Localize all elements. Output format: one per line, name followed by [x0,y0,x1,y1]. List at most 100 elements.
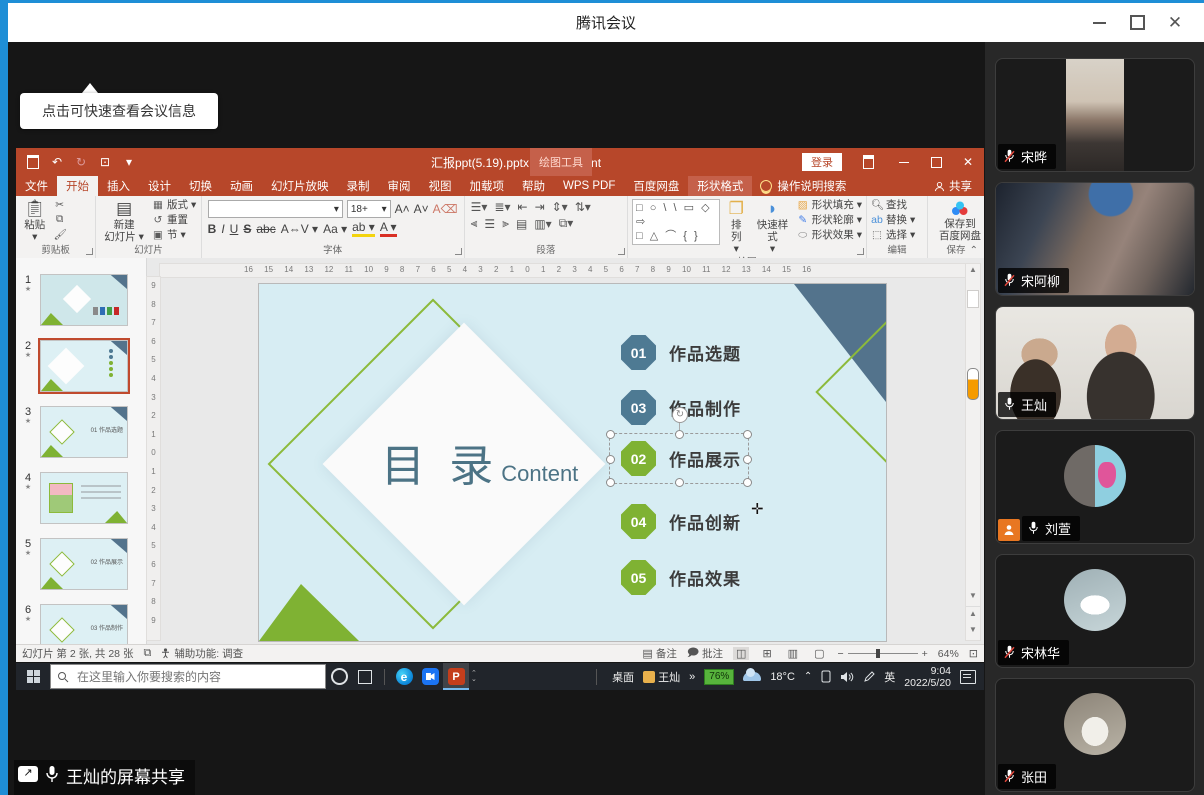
shape-outline-button[interactable]: ✎形状轮廓 ▾ [797,214,862,227]
reading-view-button[interactable]: ▥ [785,647,801,660]
participant-tile[interactable]: 宋阿柳 [995,182,1195,296]
battery-indicator[interactable]: 76% [704,669,734,685]
tab-record[interactable]: 录制 [338,176,379,196]
toc-item-01[interactable]: 01 作品选题 [621,335,741,370]
columns-icon[interactable]: ▥▾ [534,217,551,231]
participant-tile[interactable]: 刘萱 [995,430,1195,544]
change-case-button[interactable]: Aa ▾ [323,222,347,236]
increase-indent-icon[interactable]: ⇥ [535,200,545,214]
format-painter-icon[interactable]: 🖌︎ [54,228,66,241]
zoom-out-icon[interactable]: − [837,648,843,660]
taskbar-clock[interactable]: 9:04 2022/5/20 [904,665,951,689]
select-button[interactable]: ⬚选择 ▾ [871,229,915,242]
find-button[interactable]: 🔍︎查找 [871,199,915,212]
normal-view-button[interactable]: ◫ [733,647,749,660]
section-button[interactable]: ▣节 ▾ [152,229,196,242]
login-button[interactable]: 登录 [802,153,842,171]
selection-handle[interactable] [675,430,684,439]
close-button[interactable]: ✕ [1160,10,1190,36]
previous-slide-icon[interactable]: ▲ [966,606,980,618]
tab-help[interactable]: 帮助 [513,176,554,196]
start-button[interactable] [16,663,50,690]
display-settings-icon[interactable]: ⧉ [143,647,151,660]
tab-file[interactable]: 文件 [16,176,57,196]
comments-button[interactable]: 🗩︎批注 [687,644,723,662]
tab-slideshow[interactable]: 幻灯片放映 [262,176,338,196]
edge-taskbar-button[interactable]: e [391,663,417,690]
arrange-button[interactable]: ❐ 排列▾ [724,199,748,256]
bold-button[interactable]: B [208,222,217,236]
new-slide-button[interactable]: ▤ 新建 幻灯片 ▾ [100,199,148,244]
ppt-restore-button[interactable] [920,148,952,176]
zoom-slider-thumb[interactable] [876,649,880,658]
thumbnail-slide-1[interactable]: 1★ [20,274,146,326]
tab-insert[interactable]: 插入 [98,176,139,196]
align-center-icon[interactable]: ☰ [484,217,495,231]
tencent-meeting-taskbar-button[interactable] [417,663,443,690]
shape-selection-box[interactable]: ↻ [609,433,749,484]
task-view-button[interactable] [352,663,378,690]
smartart-convert-icon[interactable]: ⧉▾ [559,216,574,231]
share-button[interactable]: 共享 [922,176,984,196]
save-to-baidu-button[interactable]: 保存到 百度网盘 [935,199,984,243]
font-size-combo[interactable]: 18+▾ [347,200,391,218]
start-slideshow-icon[interactable]: ⊡ [98,155,112,169]
participant-tile[interactable]: 宋林华 [995,554,1195,668]
replace-button[interactable]: ab替换 ▾ [871,214,915,227]
pen-icon[interactable] [863,671,875,683]
font-color-button[interactable]: A ▾ [380,220,397,237]
thumbnail-slide-2-selected[interactable]: 2★ [20,340,146,392]
char-spacing-button[interactable]: A⇔V ▾ [281,222,318,236]
speaker-icon[interactable] [840,671,854,683]
shadow-button[interactable]: S [243,222,251,236]
toc-item-04[interactable]: 04 作品创新 [621,504,741,539]
selection-handle[interactable] [743,478,752,487]
strikethrough-button[interactable]: abc [256,222,275,236]
slide-vertical-scrollbar[interactable]: ▲ ▼ ▲ ▼ [965,263,981,641]
grow-font-icon[interactable]: A˄ [395,202,410,216]
tab-baidu-netdisk[interactable]: 百度网盘 [624,176,688,196]
quick-styles-button[interactable]: ◗ 快速样式▾ [752,199,792,256]
shrink-font-icon[interactable]: A˅ [414,202,429,216]
selection-handle[interactable] [675,478,684,487]
accessibility-status[interactable]: 辅助功能: 调查 [161,646,243,661]
tab-transitions[interactable]: 切换 [180,176,221,196]
slide-canvas[interactable]: 目 录 Content 01 作品选题 03 作品制作 02 作品展示 [258,283,887,642]
save-icon[interactable] [26,155,40,169]
thumbnail-slide-6[interactable]: 6★ 03 作品制作 [20,604,146,645]
layout-button[interactable]: ▦版式 ▾ [152,199,196,212]
selection-handle[interactable] [743,455,752,464]
ime-indicator[interactable]: 英 [884,669,895,685]
thumbnail-slide-3[interactable]: 3★ 01 作品选题 [20,406,146,458]
redo-icon[interactable]: ↻ [74,155,88,169]
tab-wps-pdf[interactable]: WPS PDF [554,176,624,196]
align-right-icon[interactable]: ⫸ [502,216,509,231]
underline-button[interactable]: U [230,222,239,236]
numbering-button[interactable]: ≣▾ [494,200,510,214]
scroll-apps-icons[interactable]: ⌃⌄ [471,671,477,683]
tab-view[interactable]: 视图 [420,176,461,196]
dialog-launcher-icon[interactable] [455,248,462,255]
highlight-color-button[interactable]: ab ▾ [352,220,375,237]
participant-tile[interactable]: 宋晔 [995,58,1195,172]
align-left-icon[interactable]: ⫷ [471,216,478,231]
notes-button[interactable]: ▤备注 [642,646,676,661]
selection-handle[interactable] [606,455,615,464]
undo-icon[interactable]: ↶ [50,155,64,169]
cut-icon[interactable]: ✂ [54,199,66,211]
zoom-percentage[interactable]: 64% [938,648,959,660]
reset-button[interactable]: ↺重置 [152,214,196,227]
slideshow-view-button[interactable]: ▢ [811,647,827,660]
clear-format-icon[interactable]: A⌫ [433,202,458,216]
bullets-button[interactable]: ☰▾ [471,200,488,214]
dialog-launcher-icon[interactable] [618,248,625,255]
participant-tile[interactable]: 王灿 [995,306,1195,420]
decrease-indent-icon[interactable]: ⇤ [518,200,528,214]
scroll-up-icon[interactable]: ▲ [966,265,980,274]
taskbar-search-box[interactable] [50,664,326,689]
thumbnail-slide-4[interactable]: 4★ [20,472,146,524]
dialog-launcher-icon[interactable] [857,248,864,255]
line-spacing-icon[interactable]: ⇕▾ [552,200,568,214]
dialog-launcher-icon[interactable] [86,248,93,255]
desktop-toolbar[interactable]: 桌面 [612,669,634,685]
